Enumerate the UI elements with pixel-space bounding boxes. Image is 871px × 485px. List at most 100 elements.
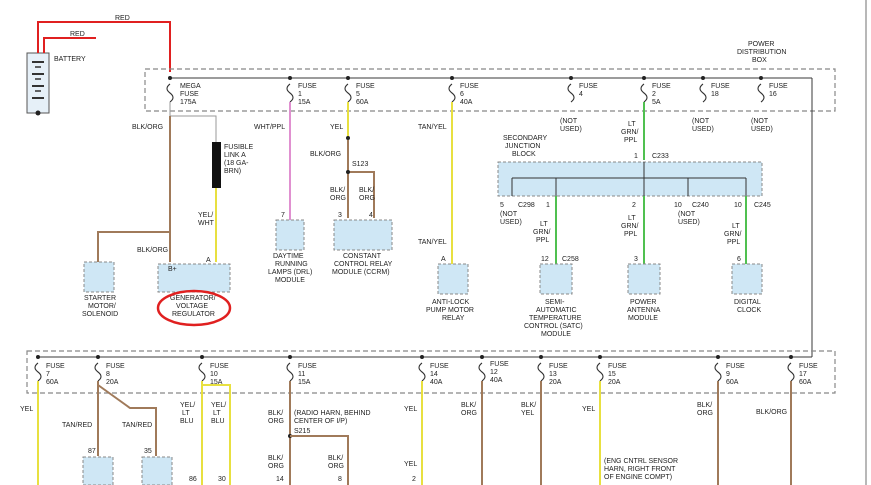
fuse-4-l1: FUSE [579, 83, 598, 90]
fuse-13 [537, 355, 545, 382]
f10-yel-1c: BLU [180, 418, 194, 425]
f12-l1: FUSE [490, 361, 509, 368]
fuse-14 [418, 355, 426, 382]
antenna-l3: MODULE [628, 315, 658, 322]
f10-l1: FUSE [210, 363, 229, 370]
f17-blk-org: BLK/ORG [756, 409, 787, 416]
c245-label: C245 [754, 202, 771, 209]
fuse-6-l2: 6 [460, 91, 464, 98]
antenna-grn: GRN/ [621, 223, 639, 230]
clock-lt: LT [732, 223, 740, 230]
pin-2: 2 [412, 476, 416, 483]
drl-l1: DAYTIME [273, 253, 304, 260]
fuse-1 [286, 76, 294, 103]
f8-wire-35 [97, 384, 157, 456]
red-2-label: RED [70, 31, 85, 38]
f8-l1: FUSE [106, 363, 125, 370]
mega-fuse [166, 76, 174, 103]
fuse2-lt: LT [628, 121, 636, 128]
c298-nu2: USED) [500, 219, 522, 226]
fuse-18-nu2: USED) [692, 126, 714, 133]
eng-harn-3: OF ENGINE COMPT) [604, 474, 672, 481]
gen-l2: VOLTAGE [176, 303, 208, 310]
eng-harn-2: HARN, RIGHT FRONT [604, 466, 676, 473]
f14-l2: 14 [430, 371, 438, 378]
red-wire-2 [43, 37, 96, 53]
fusible-link [212, 142, 221, 188]
fuse-5-l2: 5 [356, 91, 360, 98]
yel-wht-l1: YEL/ [198, 212, 213, 219]
c240-nu1: (NOT [678, 211, 696, 218]
f10-yel-2b: LT [213, 410, 221, 417]
ccrm-l1: CONSTANT [343, 253, 382, 260]
clock-l2: CLOCK [737, 307, 761, 314]
s215-label: S215 [294, 428, 310, 435]
fusible-link-l2: LINK A [224, 152, 246, 159]
f10-yel-2a: YEL/ [211, 402, 226, 409]
f9-org: ORG [697, 410, 713, 417]
blk-org-label-2: BLK/ORG [137, 247, 168, 254]
f11-org-1: ORG [268, 418, 284, 425]
pdb-label-1: POWER [748, 41, 774, 48]
f14-l1: FUSE [430, 363, 449, 370]
digital-clock-box [731, 263, 763, 295]
starter-l3: SOLENOID [82, 311, 118, 318]
c240-label: C240 [692, 202, 709, 209]
yel-label-ccrm: YEL [330, 124, 343, 131]
f14-yel-1: YEL [404, 406, 417, 413]
starter-l2: MOTOR/ [88, 303, 116, 310]
fuse-1-l3: 15A [298, 99, 311, 106]
drl-l2: RUNNING [275, 261, 308, 268]
clock-ppl: PPL [727, 239, 740, 246]
fuse-2-l2: 2 [652, 91, 656, 98]
satc-pin12: 12 [541, 256, 549, 263]
f13-l3: 20A [549, 379, 562, 386]
antenna-l1: POWER [630, 299, 656, 306]
fuse-16 [757, 76, 765, 103]
fuse-16-nu2: USED) [751, 126, 773, 133]
c258-label: C258 [562, 256, 579, 263]
f15-yel: YEL [582, 406, 595, 413]
fuse-18-nu1: (NOT [692, 118, 710, 125]
satc-l5: MODULE [541, 331, 571, 338]
f11-blk-2: BLK/ [268, 455, 283, 462]
fuse2-grn: GRN/ [621, 129, 639, 136]
abs-l2: PUMP MOTOR [426, 307, 474, 314]
f8-l3: 20A [106, 379, 119, 386]
f17-l2: 17 [799, 371, 807, 378]
fuse-7 [34, 355, 42, 382]
blk-org-label-1: BLK/ORG [132, 124, 163, 131]
f9-blk: BLK/ [697, 402, 712, 409]
ccrm-l3: MODULE (CCRM) [332, 269, 390, 276]
fuse-9 [714, 355, 722, 382]
f10-yel-1b: LT [182, 410, 190, 417]
satc-l4: CONTROL (SATC) [524, 323, 583, 330]
mega-fuse-l3: 175A [180, 99, 197, 106]
fuse-17 [787, 355, 795, 382]
fuse-4-l2: 4 [579, 91, 583, 98]
f8-l2: 8 [106, 371, 110, 378]
drl-l3: LAMPS (DRL) [268, 269, 312, 276]
yel-wht-l2: WHT [198, 220, 215, 227]
abs-l3: RELAY [442, 315, 465, 322]
f15-l3: 20A [608, 379, 621, 386]
ccrm-pin3: 3 [338, 212, 342, 219]
f12-l3: 40A [490, 377, 503, 384]
tan-yel-1: TAN/YEL [418, 124, 447, 131]
fuse-8 [94, 355, 102, 382]
red-top-label: RED [115, 15, 130, 22]
c298-nu1: (NOT [500, 211, 518, 218]
fuse-5 [344, 76, 352, 103]
pin-35: 35 [144, 448, 152, 455]
ccrm-blk-1: BLK/ [330, 187, 345, 194]
sjb-l3: BLOCK [512, 151, 536, 158]
clock-grn: GRN/ [724, 231, 742, 238]
pin-8: 8 [338, 476, 342, 483]
fuse-6-l3: 40A [460, 99, 473, 106]
tan-yel-2: TAN/YEL [418, 239, 447, 246]
f9-l1: FUSE [726, 363, 745, 370]
fuse-4-nu2: USED) [560, 126, 582, 133]
drl-module-box [275, 219, 305, 251]
starter-wire [97, 116, 171, 262]
f14-yel-2: YEL [404, 461, 417, 468]
